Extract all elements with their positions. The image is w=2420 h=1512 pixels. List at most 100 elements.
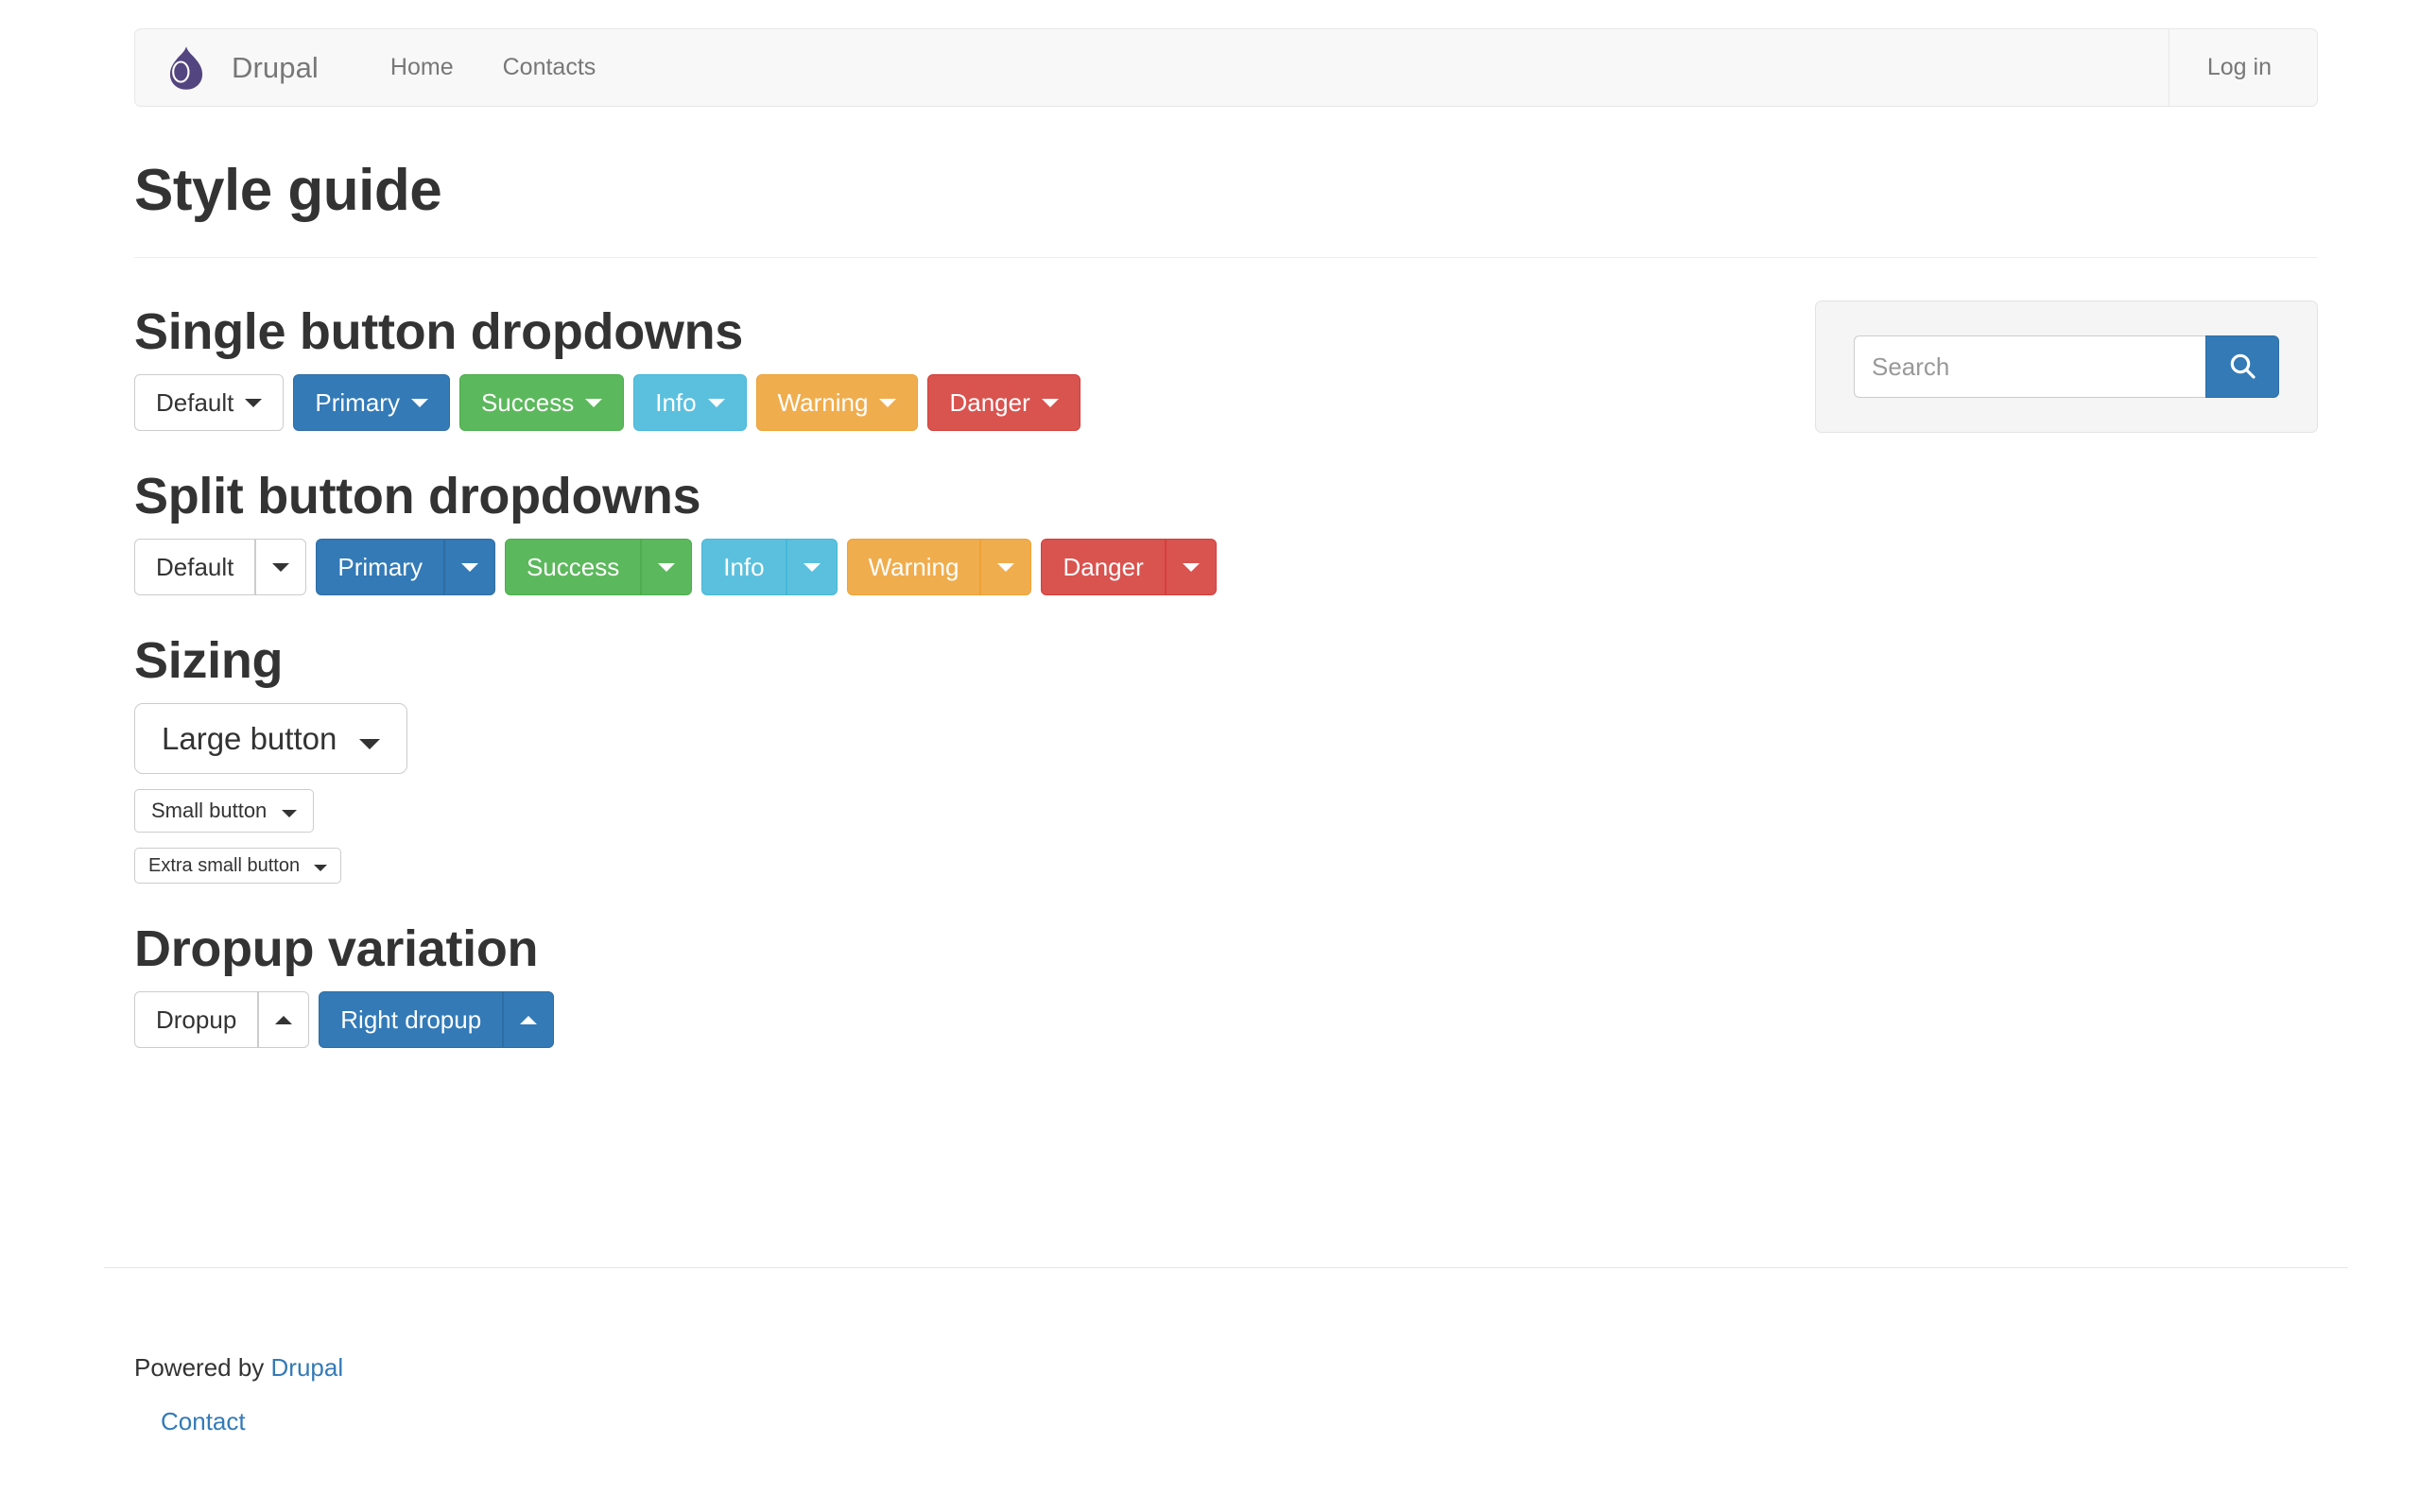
section-heading-split: Split button dropdowns — [134, 468, 701, 525]
single-dropdown-danger[interactable]: Danger — [927, 374, 1080, 432]
split-group-danger: Danger — [1041, 539, 1217, 596]
small-button[interactable]: Small button — [134, 789, 315, 833]
split-toggle-success[interactable] — [641, 539, 693, 596]
split-main-warning[interactable]: Warning — [846, 539, 981, 596]
caret-down-icon — [460, 562, 478, 572]
single-dropdown-info[interactable]: Info — [633, 374, 747, 432]
split-toggle-primary[interactable] — [443, 539, 495, 596]
main-content: Single button dropdowns Default Primary … — [134, 302, 1741, 1084]
caret-up-icon — [275, 1015, 293, 1024]
nav-link-contacts[interactable]: Contacts — [478, 54, 621, 81]
split-toggle-warning[interactable] — [980, 539, 1032, 596]
section-heading-dropup: Dropup variation — [134, 920, 539, 978]
button-label: Small button — [151, 799, 268, 823]
button-label: Danger — [1063, 553, 1144, 582]
button-label: Info — [655, 388, 697, 418]
caret-down-icon — [585, 398, 603, 407]
dropup-toggle-default[interactable] — [258, 991, 310, 1049]
caret-down-icon — [245, 398, 263, 407]
caret-down-icon — [658, 562, 676, 572]
single-dropdown-success[interactable]: Success — [458, 374, 625, 432]
single-dropdown-default[interactable]: Default — [134, 374, 285, 432]
caret-down-icon — [707, 398, 725, 407]
magnifier-icon — [2227, 351, 2257, 384]
navbar-links: Home Contacts — [366, 54, 620, 81]
button-label: Dropup — [156, 1005, 237, 1035]
button-label: Danger — [949, 388, 1030, 418]
footer-divider — [104, 1267, 2348, 1268]
split-group-primary: Primary — [316, 539, 495, 596]
split-group-info: Info — [701, 539, 838, 596]
caret-down-icon — [803, 562, 821, 572]
split-dropdown-row: Default Primary Success Info Warning Dan… — [134, 539, 1741, 596]
contact-link[interactable]: Contact — [161, 1407, 246, 1435]
brand-name[interactable]: Drupal — [232, 51, 319, 85]
navbar-right: Log in — [2168, 29, 2317, 106]
sidebar-search-block — [1815, 301, 2318, 433]
dropup-main-primary[interactable]: Right dropup — [319, 991, 504, 1049]
caret-down-icon — [1182, 562, 1200, 572]
split-group-success: Success — [504, 539, 693, 596]
caret-down-icon — [879, 398, 897, 407]
section-heading-sizing: Sizing — [134, 632, 284, 690]
navbar: Drupal Home Contacts Log in — [134, 28, 2318, 107]
button-label: Default — [156, 553, 234, 582]
caret-down-icon — [282, 810, 298, 818]
split-main-info[interactable]: Info — [701, 539, 786, 596]
split-toggle-default[interactable] — [255, 539, 307, 596]
caret-down-icon — [997, 562, 1015, 572]
nav-link-home[interactable]: Home — [366, 54, 478, 81]
login-link[interactable]: Log in — [2207, 54, 2272, 81]
drupal-droplet-icon[interactable] — [162, 43, 211, 93]
split-main-primary[interactable]: Primary — [316, 539, 444, 596]
split-main-default[interactable]: Default — [134, 539, 256, 596]
caret-up-icon — [520, 1015, 538, 1024]
caret-down-icon — [410, 398, 428, 407]
button-label: Extra small button — [148, 855, 301, 877]
section-sizing: Sizing Large button Small button Extra s… — [134, 631, 1741, 885]
search-form — [1854, 335, 2279, 398]
section-single-button-dropdowns: Single button dropdowns Default Primary … — [134, 302, 1741, 432]
split-main-danger[interactable]: Danger — [1041, 539, 1166, 596]
title-divider — [134, 257, 2318, 258]
section-dropup-variation: Dropup variation Dropup Right dropup — [134, 919, 1741, 1049]
split-group-default: Default — [134, 539, 307, 596]
section-split-button-dropdowns: Split button dropdowns Default Primary S… — [134, 467, 1741, 596]
dropup-main-default[interactable]: Dropup — [134, 991, 259, 1049]
single-dropdown-row: Default Primary Success Info Warning Dan… — [134, 374, 1741, 432]
extra-small-button[interactable]: Extra small button — [134, 848, 341, 885]
button-label: Success — [480, 388, 575, 418]
caret-down-icon — [1041, 398, 1059, 407]
page-root: Drupal Home Contacts Log in Style guide … — [0, 0, 2420, 1512]
button-label: Warning — [777, 388, 869, 418]
footer-nav: Contact — [134, 1407, 343, 1436]
powered-by-prefix: Powered by — [134, 1353, 271, 1382]
button-label: Warning — [868, 553, 959, 582]
button-label: Success — [526, 553, 620, 582]
split-toggle-info[interactable] — [786, 539, 838, 596]
dropup-group-default: Dropup — [134, 991, 310, 1049]
drupal-link[interactable]: Drupal — [271, 1353, 344, 1382]
dropup-group-primary: Right dropup — [319, 991, 555, 1049]
split-main-success[interactable]: Success — [504, 539, 642, 596]
large-button[interactable]: Large button — [134, 703, 407, 775]
footer-nav-item: Contact — [161, 1407, 343, 1436]
button-label: Default — [156, 388, 234, 418]
search-submit-button[interactable] — [2205, 335, 2279, 398]
search-input[interactable] — [1854, 335, 2205, 398]
button-label: Info — [723, 553, 765, 582]
button-label: Primary — [337, 553, 423, 582]
split-group-warning: Warning — [846, 539, 1032, 596]
button-label: Right dropup — [340, 1005, 482, 1035]
button-label: Primary — [315, 388, 400, 418]
button-label: Large button — [162, 721, 337, 757]
caret-down-icon — [358, 739, 380, 750]
powered-by-text: Powered by Drupal — [134, 1353, 343, 1383]
caret-down-icon — [272, 562, 290, 572]
dropup-toggle-primary[interactable] — [503, 991, 555, 1049]
split-toggle-danger[interactable] — [1165, 539, 1217, 596]
single-dropdown-warning[interactable]: Warning — [755, 374, 919, 432]
single-dropdown-primary[interactable]: Primary — [293, 374, 450, 432]
footer: Powered by Drupal Contact — [134, 1353, 343, 1436]
sizing-stack: Large button Small button Extra small bu… — [134, 703, 1741, 885]
